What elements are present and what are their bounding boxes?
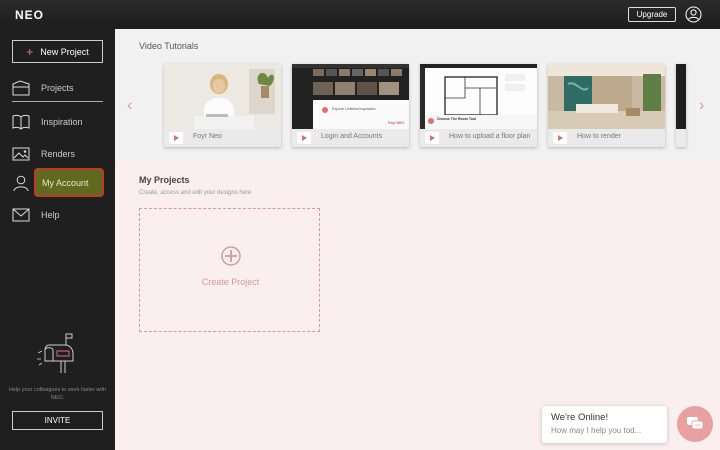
chat-bubble[interactable]: We're Online! How may I help you tod... — [542, 406, 667, 443]
chevron-right-icon[interactable]: › — [699, 97, 704, 115]
add-circle-icon — [221, 246, 241, 266]
invite-button[interactable]: INVITE — [12, 411, 103, 430]
sidebar-item-label: Renders — [41, 149, 76, 159]
thumb-logo: Foyr NEO — [388, 121, 405, 125]
tutorial-card-login-accounts[interactable]: Explore Limitless Inspiration Foyr NEO L… — [292, 64, 409, 147]
chat-icon — [687, 417, 704, 430]
my-projects-subtitle: Create, access and edit your designs her… — [139, 190, 252, 196]
chat-title: We're Online! — [551, 412, 609, 423]
tutorial-caption-text: Foyr Neo — [193, 133, 222, 140]
plus-icon: + — [26, 44, 34, 59]
tutorial-card-how-to-render[interactable]: How to render — [548, 64, 665, 147]
sidebar: + New Project Projects Inspiration Rende… — [0, 29, 115, 450]
new-project-label: New Project — [40, 46, 89, 57]
play-icon[interactable] — [169, 132, 183, 144]
mailbox-illustration — [37, 333, 74, 373]
sidebar-item-label: Projects — [41, 83, 74, 93]
play-icon[interactable] — [297, 132, 311, 144]
rendered-room-image — [548, 64, 665, 129]
new-project-button[interactable]: + New Project — [12, 40, 103, 63]
play-icon[interactable] — [425, 132, 439, 144]
create-project-card[interactable]: Create Project — [139, 208, 320, 332]
account-icon[interactable] — [685, 6, 702, 23]
video-tutorials-title: Video Tutorials — [139, 41, 199, 51]
mail-icon — [12, 208, 30, 222]
tutorial-thumbnail: Choose The Room Tool — [420, 64, 537, 129]
sidebar-item-my-account[interactable]: My Account — [12, 172, 107, 194]
tutorial-caption — [676, 129, 686, 147]
upgrade-button[interactable]: Upgrade — [628, 7, 676, 22]
invite-text: Help your colleagues to work faster with… — [8, 387, 107, 401]
chevron-left-icon[interactable]: ‹ — [127, 97, 132, 115]
tutorial-caption-text: How to render — [577, 133, 621, 140]
chat-subtitle: How may I help you tod... — [551, 426, 642, 435]
projects-icon — [12, 80, 30, 96]
tutorial-card-foyr-neo[interactable]: Foyr Neo — [164, 64, 281, 147]
tutorial-caption-text: How to upload a floor plan — [449, 133, 531, 140]
app-logo[interactable]: NEO — [15, 8, 44, 22]
app-screenshot-image — [292, 64, 409, 129]
tutorial-thumbnail: Explore Limitless Inspiration Foyr NEO — [292, 64, 409, 129]
tutorial-caption-text: Login and Accounts — [321, 133, 383, 140]
tutorial-thumbnail — [548, 64, 665, 129]
tutorial-card-upload-floor-plan[interactable]: Choose The Room Tool How to upload a flo… — [420, 64, 537, 147]
tutorial-caption: Foyr Neo — [164, 129, 281, 147]
sidebar-item-renders[interactable]: Renders — [12, 143, 107, 165]
tutorial-card-partial[interactable] — [676, 64, 686, 147]
create-project-label: Create Project — [201, 277, 260, 287]
play-icon[interactable] — [553, 132, 567, 144]
sidebar-item-inspiration[interactable]: Inspiration — [12, 111, 107, 133]
my-projects-title: My Projects — [139, 175, 190, 185]
video-tutorials-section: Video Tutorials ‹ › Foyr Neo Explore Lim… — [115, 29, 720, 161]
tutorial-caption: How to render — [548, 129, 665, 147]
top-bar: NEO Upgrade — [0, 0, 720, 29]
sidebar-item-label: Inspiration — [41, 117, 83, 127]
book-icon — [12, 114, 30, 130]
user-icon — [13, 175, 29, 191]
sidebar-item-label: My Account — [42, 178, 89, 188]
sidebar-item-help[interactable]: Help — [12, 204, 107, 226]
tutorial-thumbnail — [164, 64, 281, 129]
sidebar-item-label: Help — [41, 210, 60, 220]
tutorial-caption: Login and Accounts — [292, 129, 409, 147]
woman-at-desk-image — [164, 64, 281, 129]
chat-button[interactable] — [677, 406, 713, 442]
sidebar-item-projects[interactable]: Projects — [12, 77, 107, 99]
tutorial-caption: How to upload a floor plan — [420, 129, 537, 147]
sidebar-divider — [12, 101, 103, 102]
thumb-heading: Choose The Room Tool — [437, 117, 477, 121]
image-icon — [12, 147, 30, 161]
thumb-heading: Explore Limitless Inspiration — [332, 107, 376, 111]
tutorial-thumbnail — [676, 64, 686, 129]
